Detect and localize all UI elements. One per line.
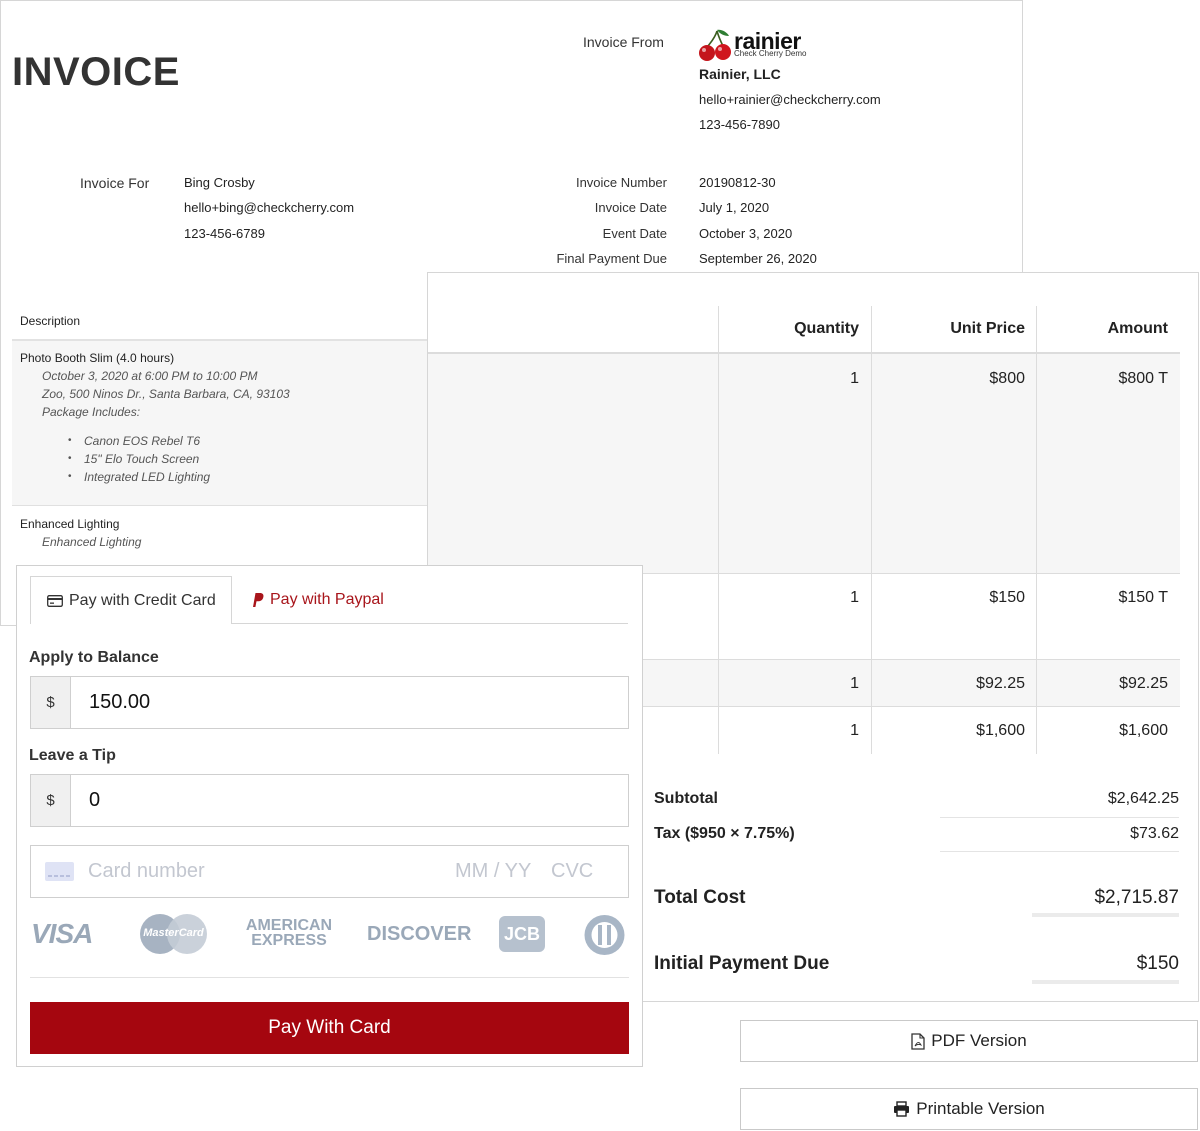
row-amount: $150 T [1118,589,1168,606]
tax-label: Tax ($950 × 7.75%) [654,825,795,842]
row-amount: $800 T [1118,370,1168,387]
pdf-file-icon [911,1032,925,1050]
row-unit-price: $1,600 [976,722,1025,739]
line-item-title: Photo Booth Slim (4.0 hours) [20,351,175,365]
printable-version-label: Printable Version [916,1099,1045,1118]
tab-credit-card-label: Pay with Credit Card [69,591,216,609]
divider [1032,913,1179,917]
discover-logo: DISCOVER [367,923,472,945]
amount-header: Amount [1107,320,1168,337]
tax-value: $73.62 [1130,825,1179,842]
invoice-number-value: 20190812-30 [699,175,776,190]
row-quantity: 1 [850,675,859,692]
invoice-from-label: Invoice From [583,34,664,50]
line-item-detail: Zoo, 500 Ninos Dr., Santa Barbara, CA, 9… [42,387,290,401]
invoice-title: INVOICE [12,50,180,94]
initial-payment-value: $150 [1136,953,1179,974]
final-payment-due-value: September 26, 2020 [699,251,817,266]
pdf-version-button[interactable]: PDF Version [740,1020,1198,1062]
package-item: Integrated LED Lighting [84,470,211,484]
row-unit-price: $800 [989,370,1025,387]
row-quantity: 1 [850,370,859,387]
bullet-dot: • [68,453,72,464]
amex-line: AMERICAN [245,917,333,934]
initial-payment-label: Initial Payment Due [654,953,830,974]
invoice-date-value: July 1, 2020 [699,200,770,215]
unit-price-header: Unit Price [950,320,1025,337]
balance-amount-input[interactable] [71,677,628,728]
company-phone: 123-456-7890 [699,117,780,132]
mastercard-logo: MasterCard [140,914,207,954]
visa-logo: VISA [31,918,93,949]
invoice-number-label: Invoice Number [575,175,667,190]
tab-paypal-label: Pay with Paypal [270,591,384,608]
amex-line: EXPRESS [251,932,327,949]
tip-label: Leave a Tip [29,747,116,764]
row-amount: $92.25 [1119,675,1168,692]
divider [428,352,1180,354]
total-cost-label: Total Cost [654,887,746,908]
company-email: hello+rainier@checkcherry.com [699,92,881,107]
credit-card-icon [47,594,63,607]
tab-credit-card[interactable]: Pay with Credit Card [30,576,232,624]
apply-balance-label: Apply to Balance [29,649,159,666]
amex-logo: AMERICAN EXPRESS [245,917,333,949]
description-header: Description [20,314,81,328]
subtotal-label: Subtotal [654,790,718,807]
company-name: Rainier, LLC [699,66,781,82]
printer-icon [894,1101,910,1117]
divider [30,977,629,978]
paypal-icon [253,593,264,607]
row-amount: $1,600 [1119,722,1168,739]
line-item-detail: Enhanced Lighting [42,535,142,549]
tip-amount-input[interactable] [71,775,628,826]
invoice-date-label: Invoice Date [594,200,667,215]
row-quantity: 1 [850,722,859,739]
divider [940,851,1179,852]
divider [940,817,1179,818]
logo-subtext: Check Cherry Demo [734,49,807,58]
expiry-placeholder: MM / YY [455,860,532,882]
invoice-for-label: Invoice For [80,175,150,191]
total-cost-value: $2,715.87 [1094,887,1179,908]
card-number-placeholder: Card number [88,860,205,882]
currency-addon: $ [31,677,71,728]
jcb-logo: JCB [499,916,545,952]
tip-input-group: $ [30,774,629,827]
currency-addon: $ [31,775,71,826]
package-item: 15" Elo Touch Screen [84,452,200,466]
client-phone: 123-456-6789 [184,226,265,241]
row-unit-price: $92.25 [976,675,1025,692]
line-item-detail: October 3, 2020 at 6:00 PM to 10:00 PM [42,369,258,383]
row-quantity: 1 [850,589,859,606]
client-name: Bing Crosby [184,175,255,190]
cvc-placeholder: CVC [551,860,594,882]
event-date-value: October 3, 2020 [699,226,793,241]
line-item-detail: Package Includes: [42,405,141,419]
pdf-version-label: PDF Version [931,1031,1027,1050]
mastercard-label: MasterCard [143,927,204,939]
bullet-dot: • [68,435,72,446]
pay-with-card-button[interactable]: Pay With Card [30,1002,629,1054]
client-email: hello+bing@checkcherry.com [184,200,355,215]
card-placeholder-icon [45,862,74,881]
package-item: Canon EOS Rebel T6 [84,434,201,448]
line-item-title: Enhanced Lighting [20,517,120,531]
tab-paypal[interactable]: Pay with Paypal [250,576,384,624]
quantity-header: Quantity [794,320,859,337]
diners-club-logo-icon [584,915,625,955]
row-unit-price: $150 [989,589,1025,606]
balance-input-group: $ [30,676,629,729]
divider [1032,980,1179,984]
bullet-dot: • [68,471,72,482]
event-date-label: Event Date [602,226,667,241]
table-row [12,341,428,506]
final-payment-due-label: Final Payment Due [556,251,667,266]
subtotal-value: $2,642.25 [1107,790,1179,807]
cherry-logo-icon [699,29,731,61]
printable-version-button[interactable]: Printable Version [740,1088,1198,1130]
